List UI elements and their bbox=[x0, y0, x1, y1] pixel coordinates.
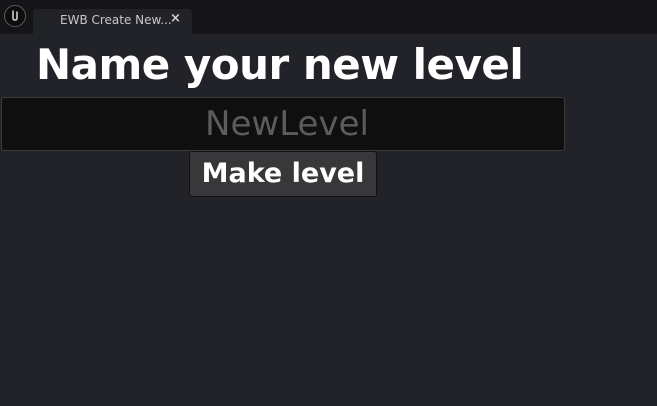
editor-utility-window: EWB Create New... × Name your new level … bbox=[0, 0, 657, 406]
tab-title: EWB Create New... bbox=[60, 13, 172, 27]
tab-ewb-create-new[interactable]: EWB Create New... × bbox=[33, 9, 192, 34]
unreal-engine-logo-icon bbox=[4, 5, 26, 27]
level-name-input[interactable] bbox=[1, 97, 565, 151]
make-level-button[interactable]: Make level bbox=[189, 151, 377, 197]
page-title: Name your new level bbox=[36, 40, 524, 89]
close-icon[interactable]: × bbox=[170, 11, 181, 26]
title-bar: EWB Create New... × bbox=[0, 0, 657, 34]
